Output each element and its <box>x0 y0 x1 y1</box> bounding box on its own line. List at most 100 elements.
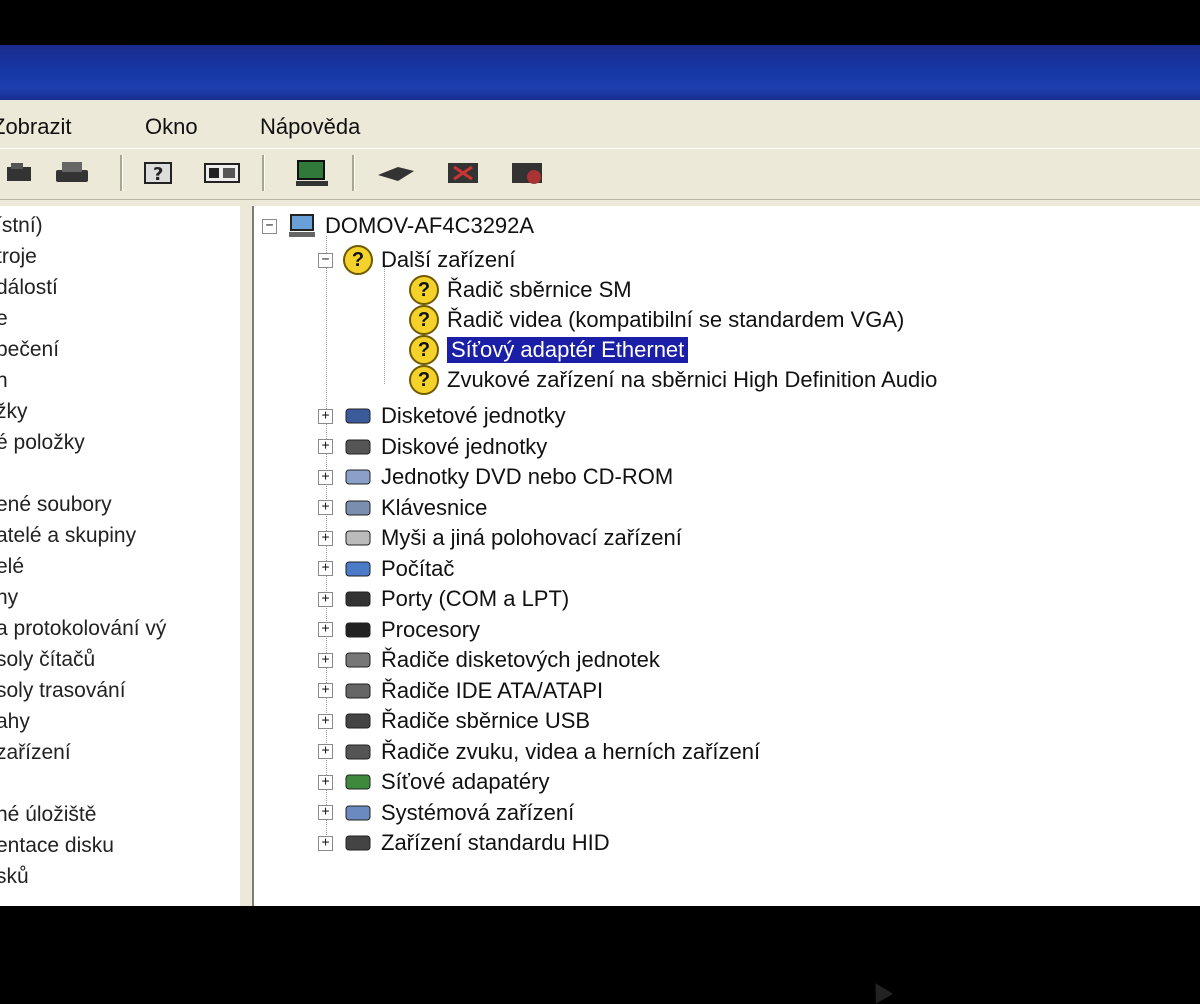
menu-view[interactable]: Zobrazit <box>0 114 71 140</box>
port-icon <box>343 586 373 612</box>
unknown-device-icon: ? <box>409 365 439 395</box>
expand-icon[interactable]: + <box>318 744 333 759</box>
console-tree-item[interactable]: soly trasování <box>0 679 126 703</box>
floppy-controller-icon <box>343 647 373 673</box>
tree-leaf-device-selected[interactable]: ? Síťový adaptér Ethernet <box>409 335 689 365</box>
console-tree-item[interactable]: ny <box>0 586 18 610</box>
tree-node-label: Počítač <box>381 555 455 581</box>
console-tree-item[interactable]: ístní) <box>0 214 43 238</box>
menu-help[interactable]: Nápověda <box>260 114 360 140</box>
console-tree-item[interactable]: žky <box>0 400 28 424</box>
floppy-drive-icon <box>343 403 373 429</box>
expand-icon[interactable]: + <box>318 500 333 515</box>
window-title-bar[interactable] <box>0 45 1200 107</box>
tree-node-other-devices[interactable]: − ? Další zařízení <box>318 245 516 275</box>
network-adapter-icon <box>343 769 373 795</box>
console-tree-item[interactable]: dálostí <box>0 276 58 300</box>
tree-node-label: Disketové jednotky <box>381 403 566 428</box>
pane-splitter[interactable] <box>240 206 252 906</box>
tree-node-category[interactable]: + Řadiče sběrnice USB <box>318 707 590 735</box>
tree-leaf-device[interactable]: ? Řadič videa (kompatibilní se standarde… <box>409 305 904 335</box>
console-tree-item[interactable]: n <box>0 369 8 393</box>
console-tree-item[interactable]: zařízení <box>0 741 71 765</box>
expand-icon[interactable]: + <box>318 774 333 790</box>
unknown-device-icon: ? <box>343 245 373 275</box>
menu-window[interactable]: Okno <box>145 114 198 140</box>
tree-node-label: Řadiče sběrnice USB <box>381 708 591 733</box>
tree-node-label: Systémová zařízení <box>381 799 575 825</box>
computer-icon[interactable] <box>292 157 332 189</box>
console-tree-item[interactable]: sků <box>0 865 29 889</box>
toolbar-separator <box>352 155 355 191</box>
toolbar-separator <box>120 155 123 191</box>
tree-node-label: Porty (COM a LPT) <box>381 586 570 611</box>
tree-leaf-device[interactable]: ? Zvukové zařízení na sběrnici High Defi… <box>409 365 938 395</box>
console-tree-item[interactable]: ahy <box>0 710 30 734</box>
tree-node-label: Zařízení standardu HID <box>381 830 610 855</box>
tree-node-category[interactable]: + Systémová zařízení <box>318 799 574 827</box>
tree-node-category[interactable]: + Procesory <box>318 616 480 644</box>
console-tree-item[interactable]: e <box>0 307 8 331</box>
tree-node-category[interactable]: + Počítač <box>318 555 454 583</box>
tree-node-category[interactable]: + Síťové adapatéry <box>318 768 549 796</box>
uninstall-icon[interactable] <box>444 157 484 189</box>
mouse-icon <box>343 525 373 551</box>
tree-leaf-label: Zvukové zařízení na sběrnici High Defini… <box>447 367 938 392</box>
tree-node-label: Jednotky DVD nebo CD-ROM <box>381 464 674 489</box>
collapse-icon[interactable]: − <box>262 218 277 234</box>
tree-node-category[interactable]: + Klávesnice <box>318 494 487 522</box>
tree-node-category[interactable]: + Řadiče IDE ATA/ATAPI <box>318 677 603 705</box>
console-tree-item[interactable]: né úložiště <box>0 803 96 827</box>
console-tree-item[interactable]: elé <box>0 555 24 579</box>
expand-icon[interactable]: + <box>318 439 333 454</box>
tree-root[interactable]: − DOMOV-AF4C3292A <box>262 212 534 240</box>
console-tree-item[interactable]: pečení <box>0 338 59 362</box>
expand-icon[interactable]: + <box>318 713 333 729</box>
console-tree-item[interactable]: soly čítačů <box>0 648 95 672</box>
console-tree-item[interactable]: troje <box>0 245 37 269</box>
console-tree-item[interactable]: entace disku <box>0 834 114 858</box>
tree-node-category[interactable]: + Řadiče zvuku, videa a herních zařízení <box>318 738 760 766</box>
tree-node-category[interactable]: + Myši a jiná polohovací zařízení <box>318 524 682 552</box>
expand-icon[interactable]: + <box>318 469 333 485</box>
tree-node-category[interactable]: + Řadiče disketových jednotek <box>318 646 660 674</box>
device-tree-pane: − DOMOV-AF4C3292A − ? Další zařízení ? Ř… <box>252 206 1200 906</box>
expand-icon[interactable]: + <box>318 530 333 546</box>
tree-node-category[interactable]: + Disketové jednotky <box>318 402 566 430</box>
unknown-device-icon: ? <box>409 305 439 335</box>
unknown-device-icon: ? <box>409 335 439 365</box>
console-tree-item[interactable]: é položky <box>0 431 85 455</box>
menu-bar: Zobrazit Okno Nápověda <box>0 108 1200 148</box>
disable-icon[interactable] <box>508 157 548 189</box>
console-tree-item[interactable]: atelé a skupiny <box>0 524 136 548</box>
tree-node-category[interactable]: + Jednotky DVD nebo CD-ROM <box>318 463 673 491</box>
console-tree-item[interactable]: a protokolování vý <box>0 617 166 641</box>
root-label: DOMOV-AF4C3292A <box>325 213 535 238</box>
processor-icon <box>343 617 373 643</box>
expand-icon[interactable]: + <box>318 622 333 637</box>
tree-node-category[interactable]: + Diskové jednotky <box>318 433 547 461</box>
tree-leaf-device[interactable]: ? Řadič sběrnice SM <box>409 275 632 305</box>
expand-icon[interactable]: + <box>318 683 333 698</box>
tree-node-category[interactable]: + Porty (COM a LPT) <box>318 585 569 613</box>
tree-node-label: Řadiče zvuku, videa a herních zařízení <box>381 738 761 764</box>
scan-icon[interactable] <box>376 157 416 189</box>
console-tree-item[interactable]: ené soubory <box>0 493 112 517</box>
collapse-icon[interactable]: − <box>318 252 333 268</box>
expand-icon[interactable]: + <box>318 805 333 820</box>
expand-icon[interactable]: + <box>318 561 333 576</box>
tree-node-label: Řadiče disketových jednotek <box>381 647 660 672</box>
expand-icon[interactable]: + <box>318 652 333 668</box>
expand-icon[interactable]: + <box>318 408 333 424</box>
back-icon[interactable] <box>0 157 40 189</box>
print-icon[interactable] <box>52 157 92 189</box>
tree-node-label: Diskové jednotky <box>381 433 548 459</box>
tree-node-category[interactable]: + Zařízení standardu HID <box>318 829 610 857</box>
usb-icon <box>343 708 373 734</box>
expand-icon[interactable]: + <box>318 591 333 607</box>
show-hide-icon[interactable] <box>202 157 242 189</box>
expand-icon[interactable]: + <box>318 835 333 851</box>
help-icon[interactable]: ? <box>140 157 180 189</box>
tree-node-label: Řadiče IDE ATA/ATAPI <box>381 677 604 703</box>
unknown-device-icon: ? <box>409 275 439 305</box>
